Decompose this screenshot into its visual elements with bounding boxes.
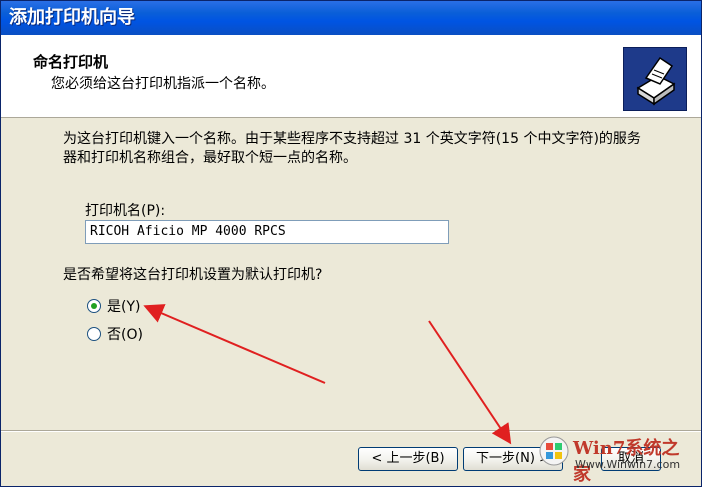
window-title: 添加打印机向导 (1, 1, 701, 35)
add-printer-wizard-window: 添加打印机向导 命名打印机 您必须给这台打印机指派一个名称。 为这台打印机键入一… (0, 0, 702, 487)
radio-no-label: 否(O) (107, 327, 143, 343)
watermark: Win7系统之家 Www.Winwin7.com (539, 434, 695, 485)
wizard-body: 为这台打印机键入一个名称。由于某些程序不支持超过 31 个英文字符(15 个中文… (1, 118, 701, 436)
wizard-header: 命名打印机 您必须给这台打印机指派一个名称。 (1, 35, 701, 118)
printer-name-input[interactable]: RICOH Aficio MP 4000 RPCS (85, 220, 449, 244)
printer-name-label: 打印机名(P): (85, 203, 166, 219)
page-title: 命名打印机 (33, 53, 109, 71)
footer-divider (1, 430, 701, 432)
radio-no[interactable]: 否(O) (87, 324, 143, 344)
radio-yes[interactable]: 是(Y) (87, 296, 140, 316)
radio-yes-button[interactable] (87, 299, 101, 313)
description-text: 为这台打印机键入一个名称。由于某些程序不支持超过 31 个英文字符(15 个中文… (63, 131, 641, 166)
page-subtitle: 您必须给这台打印机指派一个名称。 (51, 76, 275, 92)
windows-logo-icon (539, 436, 569, 466)
back-button[interactable]: < 上一步(B) (358, 447, 458, 471)
radio-yes-label: 是(Y) (107, 299, 141, 315)
radio-no-button[interactable] (87, 327, 101, 341)
watermark-url: Www.Winwin7.com (575, 458, 681, 471)
default-printer-question: 是否希望将这台打印机设置为默认打印机? (63, 267, 323, 283)
printer-icon (623, 47, 687, 111)
